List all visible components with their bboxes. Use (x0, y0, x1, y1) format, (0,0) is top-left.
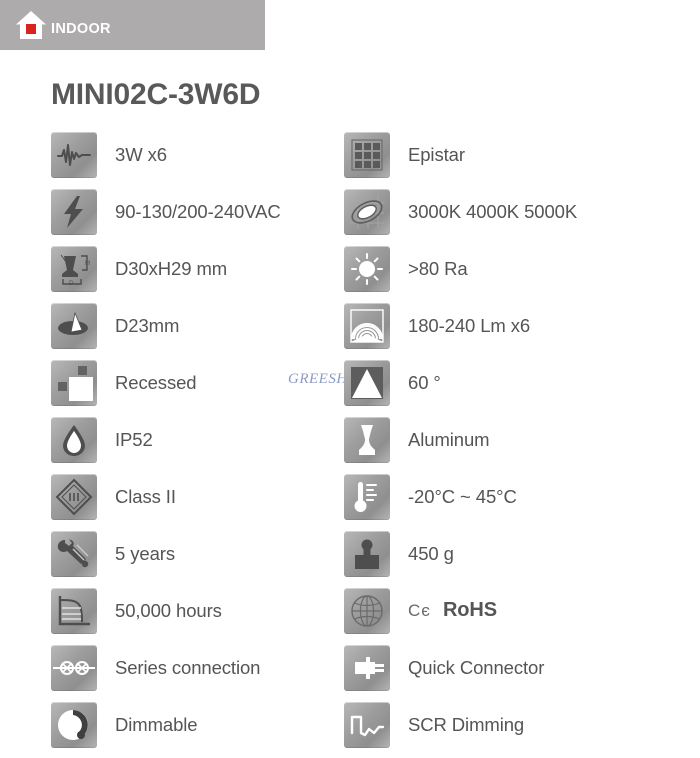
color-temperature-icon (344, 188, 390, 235)
spec-row: -20°C ~ 45°C (344, 468, 700, 525)
spec-label: 50,000 hours (115, 599, 222, 621)
spec-label: Epistar (408, 143, 465, 165)
spec-column-right: Epistar 3000K 4000K 5000K >80 Ra 180-240… (325, 126, 700, 753)
spec-label: 450 g (408, 542, 454, 564)
spec-row: Series connection (51, 639, 325, 696)
spec-row: Epistar (344, 126, 700, 183)
spec-row: Quick Connector (344, 639, 700, 696)
spec-row: SCR Dimming (344, 696, 700, 753)
lifetime-chart-icon (51, 587, 97, 634)
power-waveform-icon (51, 131, 97, 178)
spec-row: 90-130/200-240VAC (51, 183, 325, 240)
weight-icon (344, 530, 390, 577)
recessed-mount-icon (51, 359, 97, 406)
cutout-diameter-icon (51, 302, 97, 349)
page-title: MINI02C-3W6D (51, 78, 261, 111)
ce-mark-label: Cє (408, 601, 431, 620)
quick-connector-icon (344, 644, 390, 691)
spec-label: Dimmable (115, 713, 198, 735)
warranty-wrench-icon (51, 530, 97, 577)
spec-row: D23mm (51, 297, 325, 354)
rohs-mark-label: RoHS (442, 599, 497, 621)
luminous-flux-icon (344, 302, 390, 349)
spec-row: 60 ° (344, 354, 700, 411)
spec-label: -20°C ~ 45°C (408, 485, 517, 507)
spec-row: 3W x6 (51, 126, 325, 183)
led-chip-grid-icon (344, 131, 390, 178)
spec-label: 5 years (115, 542, 175, 564)
spec-row: H D D30xH29 mm (51, 240, 325, 297)
indoor-header-banner: INDOOR (0, 0, 265, 50)
spec-label: Class II (115, 485, 176, 507)
spec-label: 60 ° (408, 371, 441, 393)
spec-row: 180-240 Lm x6 (344, 297, 700, 354)
spec-column-left: 3W x6 90-130/200-240VAC H D D30xH29 mm D… (0, 126, 325, 753)
certification-labels: Cє RoHS (408, 599, 497, 622)
spec-label: Aluminum (408, 428, 490, 450)
svg-text:D: D (69, 280, 74, 287)
spec-row: 3000K 4000K 5000K (344, 183, 700, 240)
scr-dimming-icon (344, 701, 390, 748)
header-label: INDOOR (51, 20, 111, 37)
material-icon (344, 416, 390, 463)
series-connection-icon (51, 644, 97, 691)
spec-row: 450 g (344, 525, 700, 582)
spec-row: 50,000 hours (51, 582, 325, 639)
spec-label: 90-130/200-240VAC (115, 200, 281, 222)
spec-label: 3W x6 (115, 143, 167, 165)
water-drop-ip-icon (51, 416, 97, 463)
spec-row: IP52 (51, 411, 325, 468)
spec-label: 180-240 Lm x6 (408, 314, 531, 336)
thermometer-icon (344, 473, 390, 520)
spec-row: 5 years (51, 525, 325, 582)
svg-text:H: H (85, 260, 90, 267)
spec-label: IP52 (115, 428, 153, 450)
spec-row: Class II (51, 468, 325, 525)
spec-label: D23mm (115, 314, 180, 336)
spec-row: Cє RoHS (344, 582, 700, 639)
spec-row: >80 Ra (344, 240, 700, 297)
spec-label: Series connection (115, 656, 261, 678)
spec-label: Recessed (115, 371, 197, 393)
spec-row: Recessed (51, 354, 325, 411)
spec-label: Quick Connector (408, 656, 545, 678)
dimmable-knob-icon (51, 701, 97, 748)
certification-globe-icon (344, 587, 390, 634)
cri-sun-icon (344, 245, 390, 292)
spec-label: >80 Ra (408, 257, 468, 279)
spec-label: 3000K 4000K 5000K (408, 200, 578, 222)
specification-grid: 3W x6 90-130/200-240VAC H D D30xH29 mm D… (0, 126, 700, 753)
insulation-class-icon (51, 473, 97, 520)
dimensions-icon: H D (51, 245, 97, 292)
house-icon (16, 11, 46, 39)
voltage-bolt-icon (51, 188, 97, 235)
spec-label: D30xH29 mm (115, 257, 228, 279)
spec-row: Aluminum (344, 411, 700, 468)
spec-label: SCR Dimming (408, 713, 525, 735)
beam-angle-icon (344, 359, 390, 406)
spec-row: Dimmable (51, 696, 325, 753)
